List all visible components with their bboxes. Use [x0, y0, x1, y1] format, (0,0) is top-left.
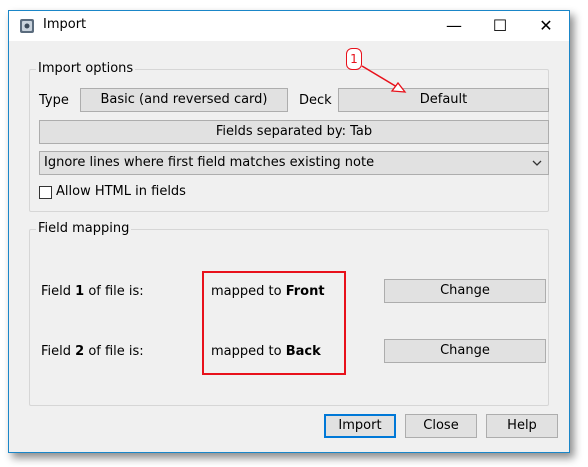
annotation-number-badge: 1	[346, 48, 362, 70]
annotation-arrow	[361, 65, 407, 93]
